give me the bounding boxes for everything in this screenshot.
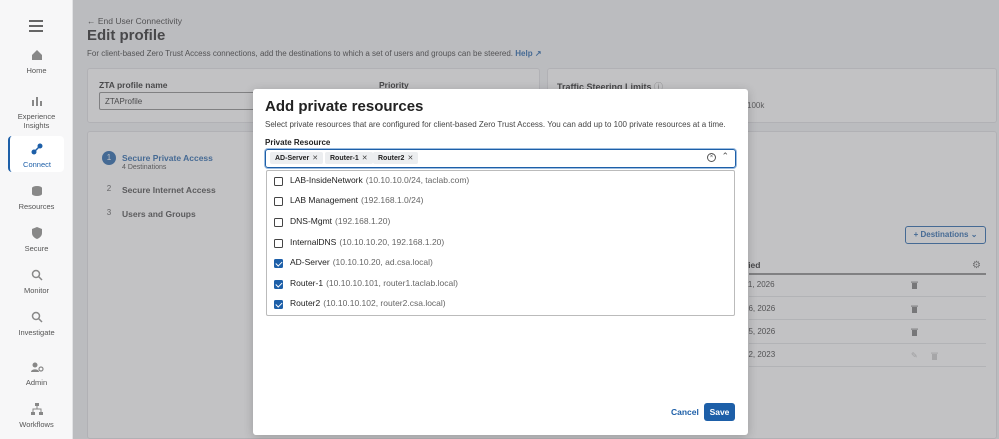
- option-name: AD-Server: [290, 257, 330, 267]
- experience-insights-icon: [31, 97, 42, 106]
- option-name: LAB Management: [290, 195, 359, 205]
- sidebar: Home Experience Insights Connect Resourc…: [0, 0, 73, 439]
- sidebar-item-label: Home: [26, 66, 47, 75]
- chip-remove-icon[interactable]: ✕: [312, 155, 318, 162]
- sidebar-item-connect[interactable]: Connect: [8, 136, 64, 172]
- option-detail: (10.10.10.0/24, taclab.com): [365, 175, 470, 185]
- option-detail: (10.10.10.102, router2.csa.local): [323, 298, 446, 308]
- sidebar-item-label: Experience Insights: [17, 112, 56, 130]
- option-name: DNS-Mgmt: [290, 216, 333, 226]
- admin-icon: [30, 362, 44, 372]
- checkbox[interactable]: [274, 177, 283, 186]
- chip-remove-icon[interactable]: ✕: [362, 155, 368, 162]
- sidebar-item-home[interactable]: Home: [0, 48, 73, 75]
- checkbox-checked[interactable]: [274, 259, 283, 268]
- chip-label: AD-Server: [275, 154, 310, 162]
- checkbox[interactable]: [274, 218, 283, 227]
- chevron-up-icon[interactable]: ⌃: [721, 151, 729, 162]
- dialog-title: Add private resources: [265, 98, 424, 115]
- option-name: InternalDNS: [290, 237, 337, 247]
- sidebar-item-label: Monitor: [23, 286, 49, 295]
- clear-selection-icon[interactable]: ×: [707, 153, 716, 162]
- checkbox[interactable]: [274, 239, 283, 248]
- home-icon: [31, 50, 42, 60]
- selected-chip-router-1: Router-1 ✕: [325, 152, 373, 164]
- sidebar-item-monitor[interactable]: Monitor: [0, 268, 73, 295]
- sidebar-item-label: Connect: [23, 160, 51, 169]
- sidebar-item-label: Resources: [18, 202, 55, 211]
- hamburger-menu-icon[interactable]: [29, 20, 43, 32]
- dialog-description: Select private resources that are config…: [265, 120, 726, 129]
- checkbox-checked[interactable]: [274, 300, 283, 309]
- sidebar-item-label: Admin: [25, 378, 48, 387]
- sidebar-item-resources[interactable]: Resources: [0, 184, 73, 211]
- workflows-icon: [30, 403, 43, 415]
- investigate-icon: [31, 311, 43, 323]
- save-button[interactable]: Save: [704, 403, 735, 421]
- sidebar-item-label: Workflows: [19, 420, 54, 429]
- sidebar-item-label: Secure: [24, 244, 49, 253]
- option-detail: (10.10.10.20, 192.168.1.20): [339, 237, 445, 247]
- selected-chip-ad-server: AD-Server ✕: [270, 152, 324, 164]
- checkbox-checked[interactable]: [274, 280, 283, 289]
- sidebar-item-workflows[interactable]: Workflows: [0, 402, 73, 429]
- option-detail: (10.10.10.101, router1.taclab.local): [326, 278, 458, 288]
- chip-remove-icon[interactable]: ✕: [407, 155, 413, 162]
- option-detail: (192.168.1.0/24): [361, 195, 424, 205]
- sidebar-item-admin[interactable]: Admin: [0, 360, 73, 387]
- connect-icon: [31, 143, 43, 155]
- option-name: Router2: [290, 298, 321, 308]
- option-detail: (10.10.10.20, ad.csa.local): [332, 257, 433, 267]
- checkbox[interactable]: [274, 197, 283, 206]
- option-detail: (192.168.1.20): [335, 216, 391, 226]
- sidebar-item-label: Investigate: [18, 328, 55, 337]
- chip-label: Router-1: [330, 154, 359, 162]
- private-resource-label: Private Resource: [265, 138, 331, 147]
- monitor-icon: [31, 269, 43, 281]
- chip-label: Router2: [378, 154, 405, 162]
- sidebar-item-secure[interactable]: Secure: [0, 226, 73, 253]
- resource-options-list: LAB-InsideNetwork (10.10.10.0/24, taclab.…: [266, 170, 735, 316]
- shield-icon: [31, 227, 42, 239]
- private-resource-multiselect[interactable]: AD-Server ✕ Router-1 ✕ Router2 ✕ × ⌃: [265, 149, 736, 168]
- add-private-resources-dialog: Add private resources Select private res…: [253, 89, 748, 435]
- sidebar-item-experience-insights[interactable]: Experience Insights: [0, 94, 73, 130]
- cancel-button[interactable]: Cancel: [671, 407, 699, 417]
- option-name: Router-1: [290, 278, 324, 288]
- resources-icon: [31, 186, 42, 196]
- selected-chip-router2: Router2 ✕: [373, 152, 419, 164]
- option-name: LAB-InsideNetwork: [290, 175, 363, 185]
- sidebar-item-investigate[interactable]: Investigate: [0, 310, 73, 337]
